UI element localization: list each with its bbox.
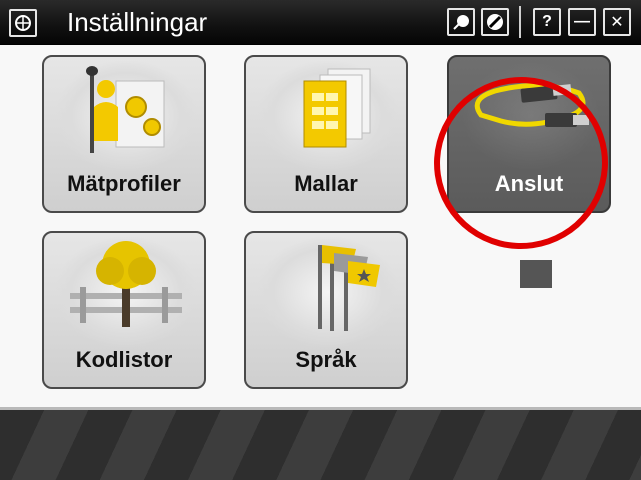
title-bar: Inställningar ? — ✕ bbox=[0, 0, 641, 45]
trimble-logo-icon[interactable] bbox=[9, 9, 37, 37]
tile-label: Mätprofiler bbox=[67, 171, 181, 196]
tile-label: Språk bbox=[295, 347, 357, 372]
title-separator bbox=[519, 6, 521, 38]
tree-fence-icon bbox=[70, 241, 182, 327]
minimize-button[interactable]: — bbox=[568, 8, 596, 36]
flags-icon bbox=[318, 245, 380, 331]
tile-matprofiler[interactable]: Mätprofiler bbox=[42, 55, 206, 213]
tile-label: Mallar bbox=[294, 171, 358, 196]
no-entry-icon[interactable] bbox=[481, 8, 509, 36]
selection-tab bbox=[520, 260, 552, 288]
bottom-bar bbox=[0, 410, 641, 480]
tile-mallar[interactable]: Mallar bbox=[244, 55, 408, 213]
close-button[interactable]: ✕ bbox=[603, 8, 631, 36]
tile-sprak[interactable]: Språk bbox=[244, 231, 408, 389]
tile-label: Kodlistor bbox=[75, 347, 173, 372]
templates-icon bbox=[303, 68, 371, 148]
tools-icon[interactable] bbox=[447, 8, 475, 36]
window-title: Inställningar bbox=[67, 7, 208, 37]
settings-panel: Mätprofiler Mallar Anslut Kodlistor Språ… bbox=[0, 45, 641, 410]
survey-profile-icon bbox=[86, 66, 165, 153]
tile-kodlistor[interactable]: Kodlistor bbox=[42, 231, 206, 389]
help-button[interactable]: ? bbox=[533, 8, 561, 36]
